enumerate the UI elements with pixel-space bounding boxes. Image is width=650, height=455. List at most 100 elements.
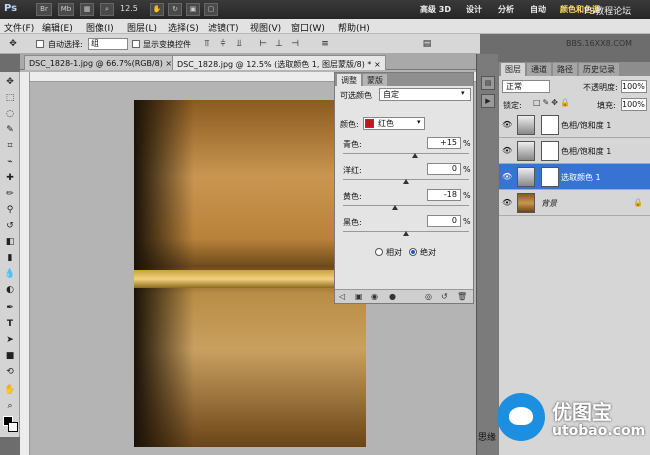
visibility-icon[interactable]: ● xyxy=(389,292,396,301)
blend-mode-dropdown[interactable]: 正常 xyxy=(502,80,550,93)
hand-tool-icon[interactable]: ✋ xyxy=(150,3,164,16)
zoom-level[interactable]: 12.5 xyxy=(120,4,138,13)
path-select-tool-icon[interactable]: ➤ xyxy=(3,334,17,346)
history-panel-icon[interactable]: ▤ xyxy=(481,76,495,90)
magenta-value-input[interactable]: 0 xyxy=(427,163,461,175)
slider-thumb[interactable] xyxy=(391,205,398,210)
workspace-3d[interactable]: 高级 3D xyxy=(420,4,451,15)
quick-select-tool-icon[interactable]: ✎ xyxy=(3,124,17,136)
rotate-view-icon[interactable]: ↻ xyxy=(168,3,182,16)
cyan-value-input[interactable]: +15 xyxy=(427,137,461,149)
expand-view-icon[interactable]: ▣ xyxy=(355,292,363,301)
absolute-radio[interactable] xyxy=(409,248,417,256)
3d-rotate-tool-icon[interactable]: ⟲ xyxy=(3,366,17,378)
shape-tool-icon[interactable]: ■ xyxy=(3,350,17,362)
menu-layer[interactable]: 图层(L) xyxy=(127,21,157,34)
bridge-icon[interactable]: Br xyxy=(36,3,52,16)
layer-row[interactable]: 👁 选取颜色 1 xyxy=(499,164,650,190)
dodge-tool-icon[interactable]: ◐ xyxy=(3,284,17,296)
slider-thumb[interactable] xyxy=(403,231,409,236)
crop-tool-icon[interactable]: ⌗ xyxy=(3,140,17,152)
menu-help[interactable]: 帮助(H) xyxy=(338,21,370,34)
brush-tool-icon[interactable]: ✏ xyxy=(3,188,17,200)
gradient-tool-icon[interactable]: ▮ xyxy=(3,252,17,264)
move-tool-icon[interactable]: ✥ xyxy=(3,76,17,88)
document-image[interactable] xyxy=(134,100,366,447)
type-tool-icon[interactable]: T xyxy=(3,318,17,330)
clone-stamp-tool-icon[interactable]: ⚲ xyxy=(3,204,17,216)
close-icon[interactable]: × xyxy=(374,60,381,69)
history-brush-tool-icon[interactable]: ↺ xyxy=(3,220,17,232)
healing-brush-tool-icon[interactable]: ✚ xyxy=(3,172,17,184)
auto-select-dropdown[interactable]: 组 xyxy=(88,38,128,50)
minibridge-icon[interactable]: Mb xyxy=(58,3,74,16)
back-icon[interactable]: ◁ xyxy=(339,292,345,301)
eye-icon[interactable]: 👁 xyxy=(502,146,512,155)
yellow-value-input[interactable]: -18 xyxy=(427,189,461,201)
marquee-tool-icon[interactable]: ⬚ xyxy=(3,92,17,104)
background-color-swatch[interactable] xyxy=(8,422,18,432)
lock-options-icon[interactable]: □✎✥🔒 xyxy=(533,98,572,107)
doc-tab-2[interactable]: DSC_1828.jpg @ 12.5% (选取颜色 1, 图层蒙版/8) * … xyxy=(172,55,386,70)
tab-layers[interactable]: 图层 xyxy=(501,63,525,76)
blur-tool-icon[interactable]: 💧 xyxy=(3,268,17,280)
view-extras-icon[interactable]: ▦ xyxy=(80,3,94,16)
eraser-tool-icon[interactable]: ◧ xyxy=(3,236,17,248)
auto-select-checkbox[interactable] xyxy=(36,40,44,48)
auto-align-icon[interactable]: ▤ xyxy=(420,38,434,50)
chevron-down-icon[interactable]: ▾ xyxy=(417,118,421,126)
layer-row[interactable]: 👁 色相/饱和度 1 xyxy=(499,112,650,138)
slider-thumb[interactable] xyxy=(403,179,409,184)
menu-window[interactable]: 窗口(W) xyxy=(291,21,325,34)
chevron-down-icon[interactable]: ▾ xyxy=(461,89,465,97)
slider-thumb[interactable] xyxy=(412,153,419,158)
workspace-design[interactable]: 设计 xyxy=(466,4,482,15)
pen-tool-icon[interactable]: ✒ xyxy=(3,302,17,314)
align-center-icon[interactable]: ⊥ xyxy=(272,38,286,50)
tab-adjustments[interactable]: 调整 xyxy=(337,74,361,86)
zoom-tool-icon[interactable]: ⌕ xyxy=(3,400,17,412)
trash-icon[interactable]: 🗑 xyxy=(457,292,467,301)
menu-image[interactable]: 图像(I) xyxy=(86,21,114,34)
mask-thumbnail[interactable] xyxy=(541,141,559,161)
align-top-icon[interactable]: ⫪ xyxy=(200,38,214,50)
distribute-icon[interactable]: ≡ xyxy=(318,38,332,50)
show-transform-checkbox[interactable] xyxy=(132,40,140,48)
opacity-input[interactable]: 100% xyxy=(621,80,647,93)
eye-icon[interactable]: 👁 xyxy=(502,198,512,207)
align-middle-icon[interactable]: ⫩ xyxy=(216,38,230,50)
layer-row[interactable]: 👁 色相/饱和度 1 xyxy=(499,138,650,164)
reset-icon[interactable]: ↺ xyxy=(441,292,448,301)
align-bottom-icon[interactable]: ⫫ xyxy=(232,38,246,50)
align-right-icon[interactable]: ⊣ xyxy=(288,38,302,50)
tab-history[interactable]: 历史记录 xyxy=(579,63,619,76)
menu-select[interactable]: 选择(S) xyxy=(168,21,199,34)
eye-icon[interactable]: 👁 xyxy=(502,120,512,129)
move-tool-preset-icon[interactable]: ✥ xyxy=(6,38,20,50)
lasso-tool-icon[interactable]: ◌ xyxy=(3,108,17,120)
mask-thumbnail[interactable] xyxy=(541,167,559,187)
tab-paths[interactable]: 路径 xyxy=(553,63,577,76)
black-value-input[interactable]: 0 xyxy=(427,215,461,227)
menu-edit[interactable]: 编辑(E) xyxy=(42,21,73,34)
menu-filter[interactable]: 滤镜(T) xyxy=(208,21,239,34)
eyedropper-tool-icon[interactable]: ⌁ xyxy=(3,156,17,168)
preset-dropdown[interactable]: 自定 xyxy=(379,88,471,101)
menu-view[interactable]: 视图(V) xyxy=(250,21,281,34)
actions-panel-icon[interactable]: ▶ xyxy=(481,94,495,108)
tab-masks[interactable]: 蒙版 xyxy=(363,74,387,86)
view-previous-icon[interactable]: ◎ xyxy=(425,292,432,301)
zoom-tool-icon[interactable]: ⌕ xyxy=(100,3,114,16)
mask-thumbnail[interactable] xyxy=(541,115,559,135)
doc-tab-1[interactable]: DSC_1828-1.jpg @ 66.7%(RGB/8) × xyxy=(24,55,178,70)
tab-channels[interactable]: 通道 xyxy=(527,63,551,76)
fill-input[interactable]: 100% xyxy=(621,98,647,111)
workspace-automation[interactable]: 自动 xyxy=(530,4,546,15)
eye-icon[interactable]: 👁 xyxy=(502,172,512,181)
screen-mode-icon[interactable]: ▢ xyxy=(204,3,218,16)
relative-radio[interactable] xyxy=(375,248,383,256)
layer-row[interactable]: 👁 背景 🔒 xyxy=(499,190,650,216)
clip-layer-icon[interactable]: ◉ xyxy=(371,292,378,301)
hand-tool-icon[interactable]: ✋ xyxy=(3,384,17,396)
workspace-analysis[interactable]: 分析 xyxy=(498,4,514,15)
